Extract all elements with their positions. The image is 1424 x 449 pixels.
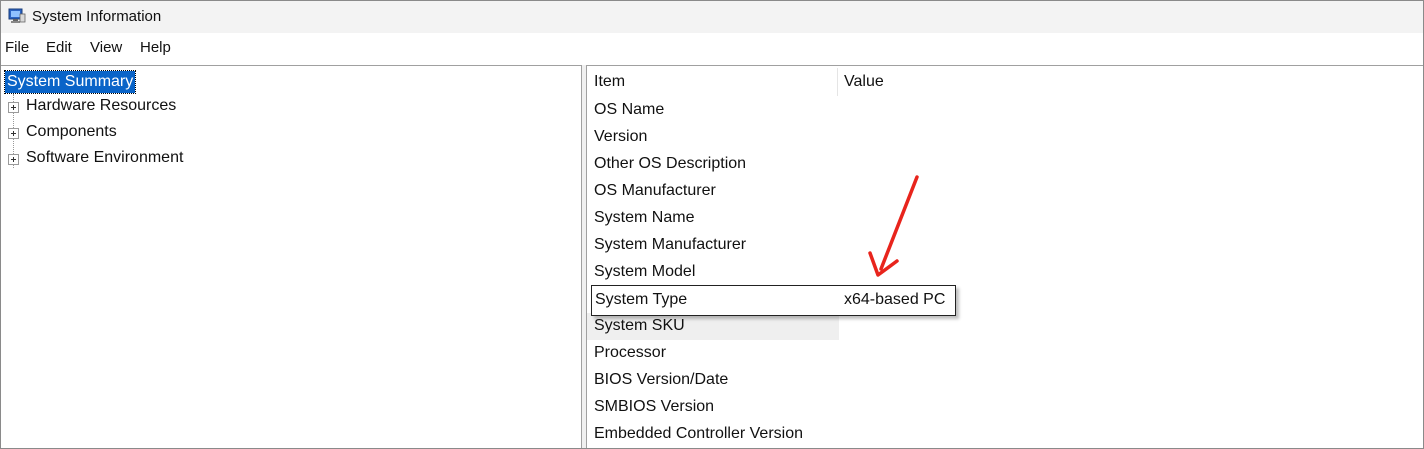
category-tree[interactable]: System Summary Hardware Resources Compon… bbox=[1, 65, 582, 448]
window-title: System Information bbox=[32, 8, 162, 25]
table-row[interactable]: Version bbox=[587, 124, 1423, 151]
row-item: System Name bbox=[594, 209, 695, 226]
table-row[interactable]: OS Manufacturer bbox=[587, 178, 1423, 205]
title-bar[interactable]: System Information bbox=[1, 1, 1423, 33]
row-item: System Model bbox=[594, 263, 696, 280]
table-row[interactable]: System SKU bbox=[587, 313, 1423, 340]
row-item: OS Manufacturer bbox=[594, 182, 716, 199]
row-item: Embedded Controller Version bbox=[594, 425, 804, 442]
tree-item-label: Hardware Resources bbox=[26, 97, 177, 114]
row-item: System Type bbox=[595, 291, 688, 308]
table-row[interactable]: BIOS Version/Date bbox=[587, 367, 1423, 394]
table-row[interactable]: System Name bbox=[587, 205, 1423, 232]
expand-plus-icon[interactable] bbox=[8, 102, 19, 113]
table-row[interactable]: Processor bbox=[587, 340, 1423, 367]
tree-item-label: Software Environment bbox=[26, 149, 184, 166]
row-value: x64-based PC bbox=[844, 291, 946, 308]
tree-item-software-environment[interactable]: Software Environment bbox=[1, 148, 301, 170]
tree-item-hardware-resources[interactable]: Hardware Resources bbox=[1, 96, 301, 118]
row-item: OS Name bbox=[594, 101, 665, 118]
row-item: Version bbox=[594, 128, 648, 145]
table-row[interactable]: System Manufacturer bbox=[587, 232, 1423, 259]
menu-help[interactable]: Help bbox=[140, 39, 171, 56]
table-row[interactable]: OS Name bbox=[587, 97, 1423, 124]
table-row[interactable]: SMBIOS Version bbox=[587, 394, 1423, 421]
menu-edit[interactable]: Edit bbox=[46, 39, 72, 56]
system-information-window: System Information File Edit View Help S… bbox=[0, 0, 1424, 449]
expand-plus-icon[interactable] bbox=[8, 128, 19, 139]
system-information-app-icon bbox=[8, 8, 26, 23]
row-item: Processor bbox=[594, 344, 667, 361]
highlighted-row-system-type[interactable]: System Type x64-based PC bbox=[591, 285, 956, 316]
column-header-item[interactable]: Item bbox=[594, 66, 834, 96]
table-row[interactable]: Other OS Description bbox=[587, 151, 1423, 178]
table-row[interactable]: Embedded Controller Version bbox=[587, 421, 1423, 448]
expand-plus-icon[interactable] bbox=[8, 154, 19, 165]
table-row[interactable]: System Model bbox=[587, 259, 1423, 286]
tree-item-label: Components bbox=[26, 123, 117, 140]
row-item: Other OS Description bbox=[594, 155, 747, 172]
row-item: SMBIOS Version bbox=[594, 398, 715, 415]
tree-item-components[interactable]: Components bbox=[1, 122, 301, 144]
row-item: System SKU bbox=[594, 317, 685, 334]
menu-view[interactable]: View bbox=[90, 39, 122, 56]
menu-bar: File Edit View Help bbox=[1, 33, 1423, 63]
row-item: BIOS Version/Date bbox=[594, 371, 729, 388]
red-arrow-annotation-icon bbox=[868, 175, 919, 277]
details-list: Item Value OS Name Version Other OS Desc… bbox=[586, 65, 1423, 448]
menu-file[interactable]: File bbox=[5, 39, 29, 56]
row-item: System Manufacturer bbox=[594, 236, 747, 253]
tree-item-system-summary[interactable]: System Summary bbox=[3, 70, 137, 94]
column-header-value[interactable]: Value bbox=[844, 66, 1044, 96]
column-separator[interactable] bbox=[837, 68, 838, 96]
